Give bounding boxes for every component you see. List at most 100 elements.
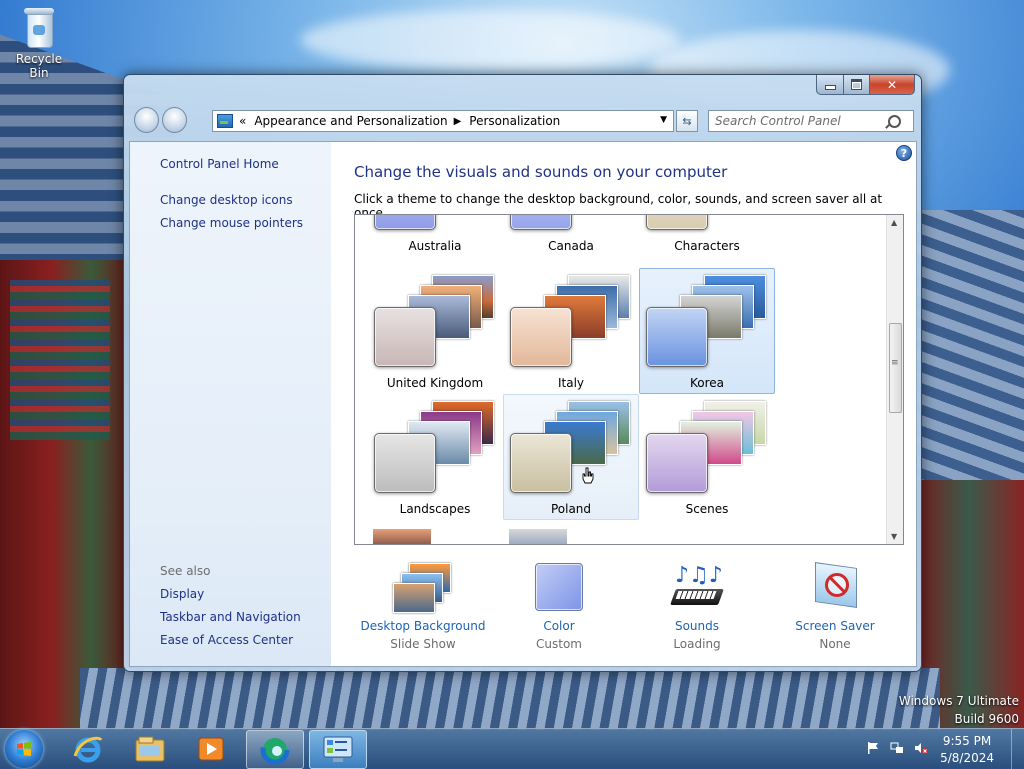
close-button[interactable]: ✕ — [870, 75, 915, 95]
system-tray — [866, 741, 928, 755]
theme-list[interactable]: Australia Canada Characters United Kingd… — [354, 214, 904, 545]
theme-label: Poland — [550, 502, 592, 516]
forward-button[interactable] — [162, 107, 187, 133]
desktop-background-link[interactable]: Desktop Background — [353, 619, 493, 633]
ease-of-access-link[interactable]: Ease of Access Center — [160, 633, 293, 647]
taskbar-file-explorer[interactable] — [122, 730, 178, 767]
left-pane: Control Panel Home Change desktop icons … — [130, 142, 331, 666]
hand-cursor-icon — [582, 467, 594, 484]
file-explorer-icon — [135, 736, 165, 762]
theme-label: Australia — [408, 239, 462, 253]
desktop-background-tile[interactable]: Desktop Background Slide Show — [353, 557, 493, 657]
content-area: Control Panel Home Change desktop icons … — [129, 141, 917, 667]
color-tile[interactable]: Color Custom — [489, 557, 629, 657]
breadcrumb-appearance[interactable]: Appearance and Personalization — [254, 114, 447, 128]
network-icon[interactable] — [890, 741, 904, 755]
theme-next-row-2[interactable] — [509, 529, 567, 544]
theme-united-kingdom[interactable]: United Kingdom — [367, 268, 503, 394]
windows-logo-icon — [17, 742, 31, 756]
scroll-up-icon[interactable]: ▲ — [891, 218, 897, 227]
scroll-down-icon[interactable]: ▼ — [891, 532, 897, 541]
show-desktop-button[interactable] — [1011, 729, 1024, 769]
theme-poland[interactable]: Poland — [503, 394, 639, 520]
address-overflow[interactable]: « — [239, 114, 246, 128]
maximize-button[interactable] — [844, 75, 870, 95]
breadcrumb-arrow-icon[interactable]: ▶ — [454, 116, 462, 127]
refresh-icon: ⇆ — [682, 114, 692, 128]
minimize-icon — [824, 85, 836, 90]
theme-label: Scenes — [685, 502, 729, 516]
color-value: Custom — [536, 637, 582, 651]
control-panel-icon — [217, 114, 233, 128]
theme-label: Landscapes — [399, 502, 471, 516]
search-box[interactable]: Search Control Panel — [708, 110, 914, 132]
minimize-button[interactable] — [816, 75, 844, 95]
theme-label: Italy — [557, 376, 585, 390]
display-link[interactable]: Display — [160, 587, 204, 601]
back-button[interactable] — [134, 107, 159, 133]
media-player-icon — [198, 737, 224, 761]
theme-italy[interactable]: Italy — [503, 268, 639, 394]
taskbar-clock[interactable]: 9:55 PM 5/8/2024 — [940, 733, 994, 767]
theme-label: Korea — [689, 376, 725, 390]
recycle-bin-shortcut[interactable]: Recycle Bin — [8, 8, 70, 80]
taskbar-navigation-link[interactable]: Taskbar and Navigation — [160, 610, 301, 624]
search-placeholder: Search Control Panel — [715, 114, 841, 128]
action-center-flag-icon[interactable] — [866, 741, 880, 755]
sounds-value: Loading — [673, 637, 721, 651]
theme-list-scrollbar[interactable]: ▲ ▼ — [886, 215, 903, 544]
theme-label: Canada — [548, 239, 594, 253]
color-link[interactable]: Color — [489, 619, 629, 633]
window-controls: ✕ — [816, 75, 915, 95]
control-panel-icon — [323, 736, 353, 762]
desktop-background-value: Slide Show — [390, 637, 456, 651]
change-mouse-pointers-link[interactable]: Change mouse pointers — [160, 216, 303, 230]
taskbar-internet-explorer[interactable] — [61, 730, 117, 767]
theme-australia[interactable]: Australia — [367, 215, 503, 257]
refresh-button[interactable]: ⇆ — [676, 110, 698, 132]
theme-landscapes[interactable]: Landscapes — [367, 394, 503, 520]
navigation-bar: « Appearance and Personalization ▶ Perso… — [134, 107, 914, 133]
search-icon[interactable] — [888, 114, 901, 128]
recycle-bin-icon — [24, 8, 54, 48]
watermark-edition: Windows 7 Ultimate — [898, 694, 1019, 708]
page-title: Change the visuals and sounds on your co… — [354, 163, 728, 181]
edge-icon — [260, 735, 290, 765]
taskbar: 9:55 PM 5/8/2024 — [0, 728, 1024, 769]
theme-korea[interactable]: Korea — [639, 268, 775, 394]
address-dropdown-icon[interactable]: ▼ — [660, 115, 667, 125]
scroll-thumb[interactable] — [889, 323, 902, 413]
breadcrumb-personalization[interactable]: Personalization — [469, 114, 560, 128]
recycle-bin-label: Recycle Bin — [15, 52, 63, 80]
theme-next-row-1[interactable] — [373, 529, 431, 544]
see-also-heading: See also — [160, 564, 211, 578]
screen-saver-link[interactable]: Screen Saver — [765, 619, 905, 633]
taskbar-control-panel[interactable] — [309, 730, 367, 769]
sounds-link[interactable]: Sounds — [627, 619, 767, 633]
volume-muted-icon[interactable] — [914, 741, 928, 755]
change-desktop-icons-link[interactable]: Change desktop icons — [160, 193, 293, 207]
close-icon: ✕ — [886, 77, 898, 92]
theme-scenes[interactable]: Scenes — [639, 394, 775, 520]
sounds-tile[interactable]: ♪♫♪ Sounds Loading — [627, 557, 767, 657]
theme-label: Characters — [674, 239, 740, 253]
maximize-icon — [851, 79, 862, 90]
screen-saver-value: None — [819, 637, 851, 651]
internet-explorer-icon — [73, 736, 103, 763]
theme-characters[interactable]: Characters — [639, 215, 775, 257]
clock-time: 9:55 PM — [942, 734, 992, 748]
color-icon — [529, 563, 589, 613]
start-button[interactable] — [5, 730, 43, 768]
watermark-build: Build 9600 — [954, 712, 1019, 726]
personalization-window: ✕ « Appearance and Personalization ▶ Per… — [123, 74, 922, 672]
address-bar[interactable]: « Appearance and Personalization ▶ Perso… — [212, 110, 674, 132]
control-panel-home-link[interactable]: Control Panel Home — [160, 157, 279, 171]
taskbar-media-player[interactable] — [183, 730, 239, 767]
theme-canada[interactable]: Canada — [503, 215, 639, 257]
theme-label: United Kingdom — [386, 376, 484, 390]
clock-date: 5/8/2024 — [940, 751, 994, 765]
help-icon[interactable]: ? — [896, 145, 912, 161]
taskbar-edge[interactable] — [246, 730, 304, 769]
screen-saver-tile[interactable]: Screen Saver None — [765, 557, 905, 657]
desktop-background-icon — [393, 563, 453, 613]
